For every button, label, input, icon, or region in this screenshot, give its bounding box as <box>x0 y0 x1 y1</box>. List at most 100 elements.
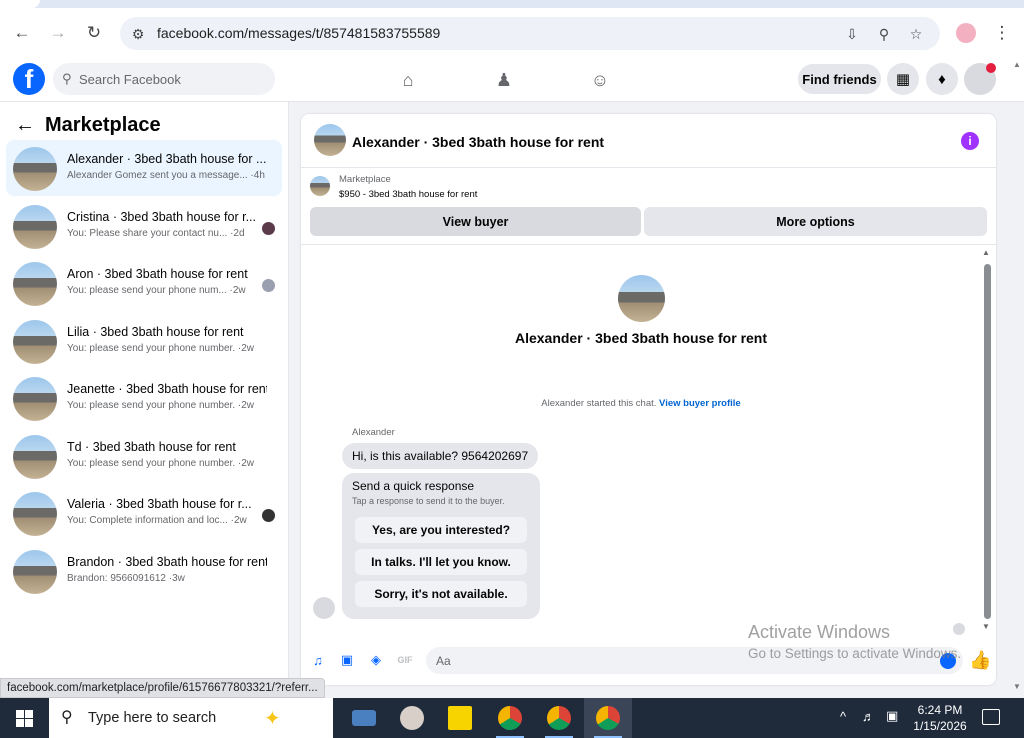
taskbar-app-chrome-profile[interactable] <box>535 698 583 738</box>
conversation-title: Jeanette · 3bed 3bath house for rent <box>67 382 267 396</box>
page-scroll-down-icon[interactable]: ▼ <box>1013 682 1021 691</box>
menu-grid-icon[interactable]: ▦ <box>887 63 919 95</box>
view-buyer-button[interactable]: View buyer <box>310 207 641 236</box>
conversation-snippet: You: please send your phone num... ·2w <box>67 285 246 296</box>
taskbar-search-box[interactable]: ⚲ Type here to search ✦ <box>49 698 333 738</box>
profile-avatar-icon[interactable] <box>954 21 978 45</box>
link-status-bar: facebook.com/marketplace/profile/6157667… <box>0 678 325 698</box>
facebook-header: f ⚲ Search Facebook ⌂ ♟ ☺ Find friends ▦… <box>0 58 1024 102</box>
quick-response-title: Send a quick response <box>352 479 475 493</box>
listing-thumbnail <box>13 205 57 249</box>
back-icon[interactable]: ← <box>10 21 34 45</box>
photo-icon[interactable]: ▣ <box>338 651 356 669</box>
browser-menu-icon[interactable]: ⋮ <box>990 21 1014 45</box>
conversation-item[interactable]: Brandon · 3bed 3bath house for rent Bran… <box>6 543 282 599</box>
chat-started-notice: Alexander started this chat. View buyer … <box>301 398 981 409</box>
listing-thumbnail <box>13 320 57 364</box>
sticker-icon[interactable]: ◈ <box>367 651 385 669</box>
microphone-icon[interactable]: ♫ <box>309 651 327 669</box>
zoom-icon[interactable]: ⚲ <box>874 24 894 44</box>
view-buyer-profile-link[interactable]: View buyer profile <box>659 398 741 409</box>
conversation-item[interactable]: Jeanette · 3bed 3bath house for rent You… <box>6 370 282 426</box>
windows-taskbar: ⚲ Type here to search ✦ ^ ♬ ▣ 6:24 PM 1/… <box>0 698 1024 738</box>
taskbar-clock[interactable]: 6:24 PM 1/15/2026 <box>905 702 975 734</box>
back-arrow-icon[interactable]: ← <box>15 114 35 137</box>
conversation-item[interactable]: Aron · 3bed 3bath house for rent You: pl… <box>6 255 282 311</box>
info-icon[interactable]: i <box>961 132 979 150</box>
reload-icon[interactable]: ↻ <box>82 21 106 45</box>
url-text[interactable]: facebook.com/messages/t/857481583755589 <box>157 25 440 41</box>
message-placeholder: Aa <box>436 654 451 668</box>
start-button[interactable] <box>0 698 48 738</box>
chat-panel: Alexander · 3bed 3bath house for rent i … <box>301 114 996 685</box>
conversation-snippet: You: please send your phone number. ·2w <box>67 400 254 411</box>
conversation-snippet: You: Complete information and loc... ·2w <box>67 515 247 526</box>
search-input[interactable]: ⚲ Search Facebook <box>53 63 275 95</box>
conversation-title: Cristina · 3bed 3bath house for r... <box>67 210 256 224</box>
chat-header-title[interactable]: Alexander · 3bed 3bath house for rent <box>352 134 604 150</box>
activate-windows-title: Activate Windows <box>748 622 891 642</box>
volume-icon[interactable]: ♬ <box>862 709 875 724</box>
sender-name: Alexander <box>352 427 395 438</box>
conversation-item[interactable]: Td · 3bed 3bath house for rent You: plea… <box>6 428 282 484</box>
scroll-up-arrow-icon[interactable]: ▲ <box>982 248 990 257</box>
divider <box>301 167 996 168</box>
clock-time: 6:24 PM <box>917 703 963 717</box>
conversation-snippet: You: please send your phone number. ·2w <box>67 458 254 469</box>
windows-logo-icon <box>15 709 33 727</box>
home-icon[interactable]: ⌂ <box>396 68 420 92</box>
conversation-item[interactable]: Alexander · 3bed 3bath house for ... Ale… <box>6 140 282 196</box>
marketplace-label: Marketplace <box>339 174 391 185</box>
conversation-item[interactable]: Lilia · 3bed 3bath house for rent You: p… <box>6 313 282 369</box>
scroll-down-arrow-icon[interactable]: ▼ <box>982 622 990 631</box>
thumbs-up-icon[interactable]: 👍 <box>969 650 991 671</box>
chevron-up-icon[interactable]: ^ <box>840 709 846 724</box>
quick-response-card: Send a quick response Tap a response to … <box>342 473 540 619</box>
chat-listing-avatar[interactable] <box>314 124 346 156</box>
quick-response-button[interactable]: In talks. I'll let you know. <box>355 549 527 575</box>
network-icon[interactable]: ▣ <box>886 708 898 724</box>
more-options-button[interactable]: More options <box>644 207 987 236</box>
friends-icon[interactable]: ♟ <box>492 68 516 92</box>
install-app-icon[interactable]: ⇩ <box>842 24 862 44</box>
sidebar-title: Marketplace <box>45 114 161 136</box>
buyer-avatar <box>262 279 275 292</box>
notifications-center-icon[interactable] <box>982 709 1000 725</box>
listing-mini-thumbnail <box>310 176 330 196</box>
listing-thumbnail <box>13 147 57 191</box>
site-info-icon[interactable]: ⚙ <box>128 24 148 44</box>
seen-avatar <box>953 623 965 635</box>
bookmark-star-icon[interactable]: ☆ <box>906 24 926 44</box>
browser-toolbar: ← → ↻ ⚙ facebook.com/messages/t/85748158… <box>0 8 1024 58</box>
taskbar-app-sticky-notes[interactable] <box>436 698 484 738</box>
taskbar-app-laptop[interactable] <box>340 698 388 738</box>
groups-icon[interactable]: ☺ <box>588 68 612 92</box>
conversation-sidebar: ← Marketplace Alexander · 3bed 3bath hou… <box>0 102 289 698</box>
conversation-title: Alexander · 3bed 3bath house for ... <box>67 152 267 166</box>
sender-avatar <box>313 597 335 619</box>
conversation-snippet: Alexander Gomez sent you a message... ·4… <box>67 170 265 181</box>
facebook-logo-icon[interactable]: f <box>13 63 45 95</box>
conversation-item[interactable]: Cristina · 3bed 3bath house for r... You… <box>6 198 282 254</box>
notifications-icon[interactable]: ♦ <box>926 63 958 95</box>
page-scrollbar[interactable]: ▲ ▼ <box>1010 58 1024 698</box>
tab[interactable] <box>0 0 40 8</box>
quick-response-subtitle: Tap a response to send it to the buyer. <box>352 496 505 506</box>
address-bar[interactable]: ⚙ facebook.com/messages/t/85748158375558… <box>120 17 940 50</box>
quick-response-button[interactable]: Sorry, it's not available. <box>355 581 527 607</box>
message-bubble[interactable]: Hi, is this available? 9564202697 <box>342 443 539 469</box>
conversation-item[interactable]: Valeria · 3bed 3bath house for r... You:… <box>6 485 282 541</box>
page-scroll-up-icon[interactable]: ▲ <box>1013 60 1021 69</box>
find-friends-button[interactable]: Find friends <box>798 64 881 94</box>
forward-icon[interactable]: → <box>46 21 70 45</box>
scrollbar-thumb[interactable] <box>984 264 991 619</box>
account-avatar[interactable] <box>964 63 996 95</box>
taskbar-app-chrome-active[interactable] <box>584 698 632 738</box>
quick-response-button[interactable]: Yes, are you interested? <box>355 517 527 543</box>
listing-price[interactable]: $950 - 3bed 3bath house for rent <box>339 189 477 200</box>
taskbar-app-chrome-k[interactable] <box>486 698 534 738</box>
gif-icon[interactable]: GIF <box>396 651 414 669</box>
conversation-title: Brandon · 3bed 3bath house for rent <box>67 555 267 569</box>
listing-thumbnail <box>13 492 57 536</box>
taskbar-app-paint[interactable] <box>388 698 436 738</box>
